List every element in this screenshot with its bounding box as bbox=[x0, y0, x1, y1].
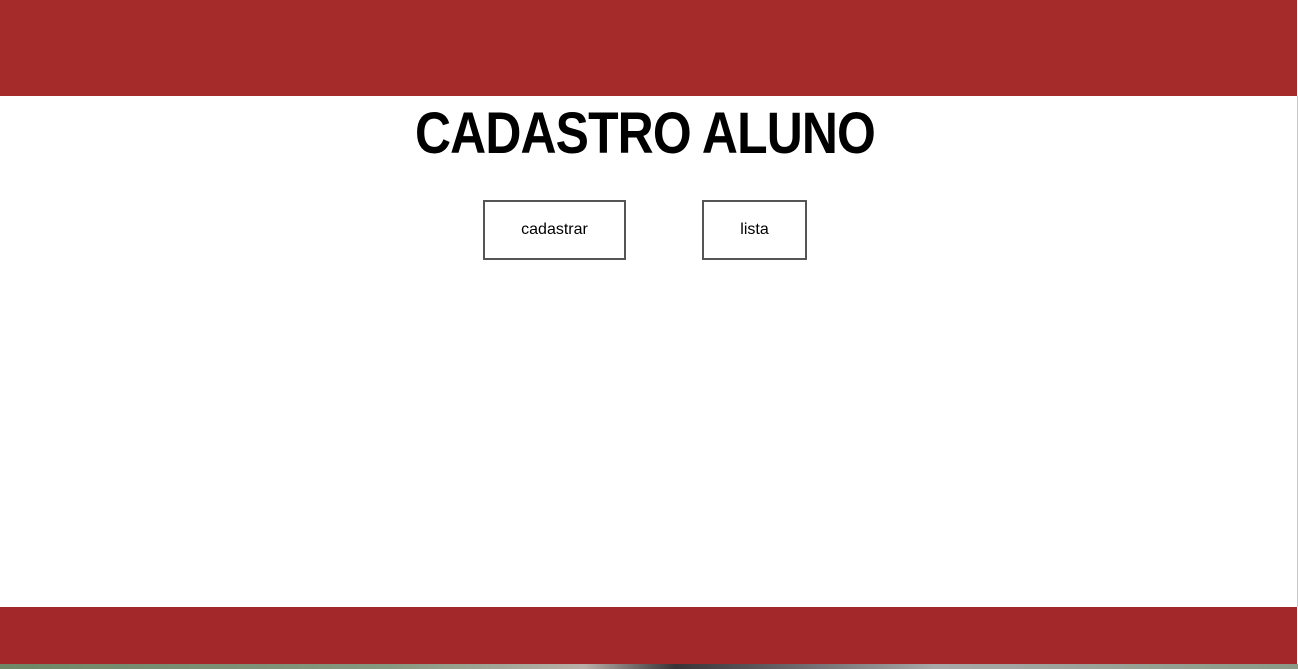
cadastrar-button-label: cadastrar bbox=[521, 221, 588, 238]
lista-button-label: lista bbox=[740, 221, 769, 238]
page: CADASTRO ALUNO cadastrar lista bbox=[0, 0, 1298, 669]
background-image-strip bbox=[0, 664, 1298, 669]
cadastrar-button[interactable]: cadastrar bbox=[483, 200, 626, 260]
page-title: CADASTRO ALUNO bbox=[415, 101, 876, 166]
header-bar bbox=[0, 0, 1297, 96]
footer-bar bbox=[0, 607, 1297, 664]
lista-button[interactable]: lista bbox=[702, 200, 807, 260]
